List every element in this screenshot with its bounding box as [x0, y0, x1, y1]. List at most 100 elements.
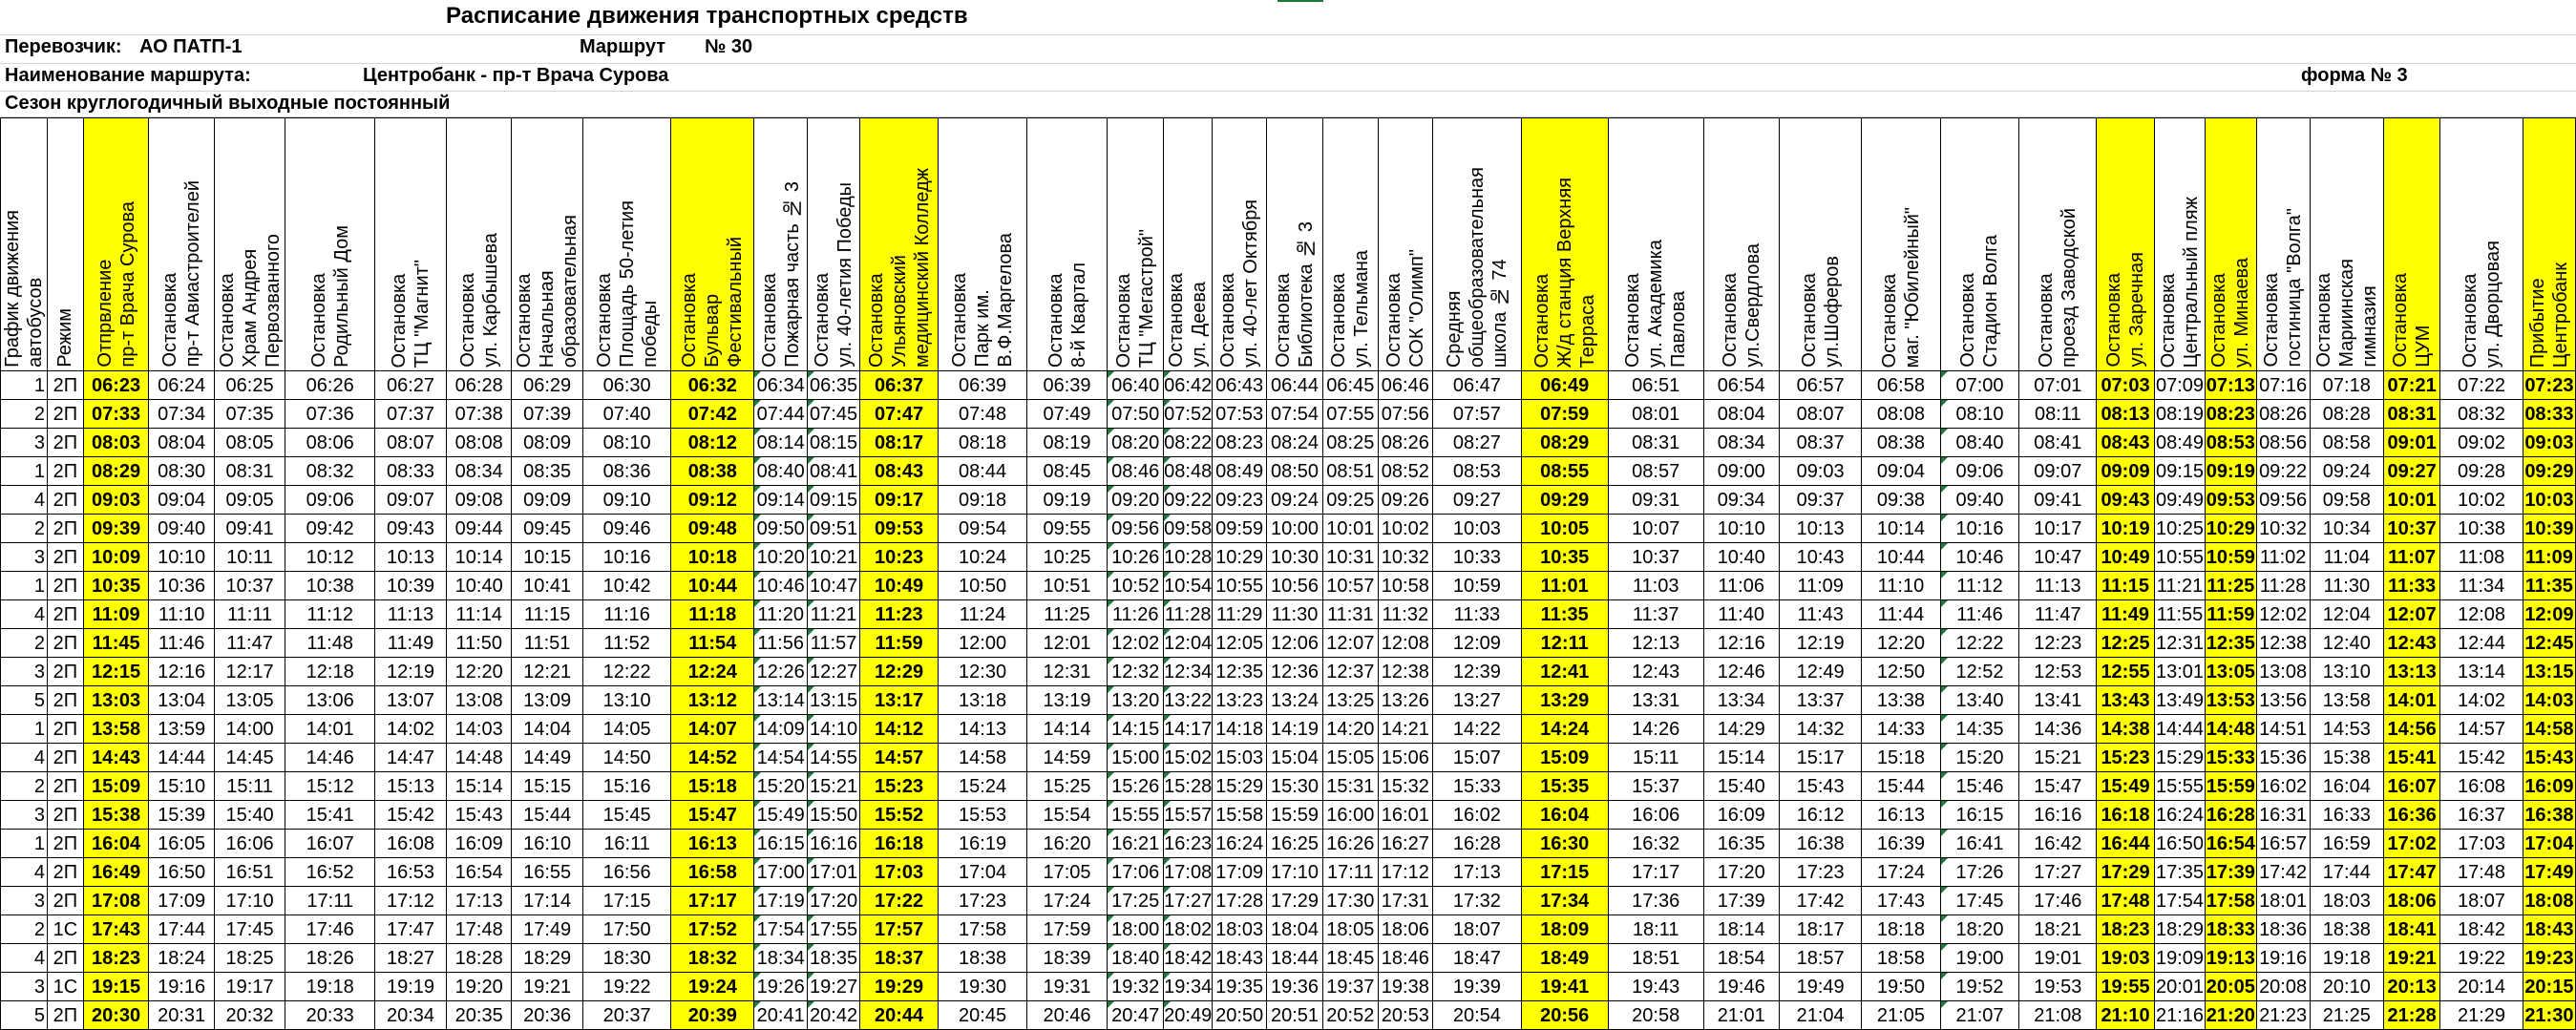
- time-cell[interactable]: 09:20: [1107, 485, 1165, 515]
- time-cell[interactable]: 15:37: [1607, 771, 1704, 801]
- time-cell[interactable]: 20:08: [2255, 972, 2311, 1001]
- time-cell[interactable]: 18:23: [2096, 914, 2155, 944]
- time-cell[interactable]: 09:29: [1520, 485, 1609, 515]
- time-cell[interactable]: 08:31: [1607, 428, 1704, 457]
- time-cell[interactable]: 12:07: [2382, 599, 2441, 629]
- time-cell[interactable]: 12:38: [2255, 628, 2311, 658]
- mode-cell[interactable]: 2П: [47, 714, 84, 744]
- time-cell[interactable]: 20:35: [445, 1000, 513, 1030]
- time-cell[interactable]: 10:18: [670, 542, 755, 572]
- time-cell[interactable]: 13:08: [2255, 657, 2311, 686]
- mode-cell[interactable]: 2П: [47, 571, 84, 600]
- time-cell[interactable]: 09:31: [1607, 485, 1704, 515]
- time-cell[interactable]: 10:17: [2018, 514, 2098, 543]
- time-cell[interactable]: 20:05: [2205, 972, 2257, 1001]
- time-cell[interactable]: 20:32: [213, 1000, 286, 1030]
- time-cell[interactable]: 08:04: [148, 428, 215, 457]
- time-cell[interactable]: 16:44: [2096, 829, 2155, 858]
- time-cell[interactable]: 15:00: [1107, 743, 1165, 772]
- time-cell[interactable]: 14:57: [2439, 714, 2523, 744]
- time-cell[interactable]: 14:22: [1432, 714, 1522, 744]
- time-cell[interactable]: 14:20: [1322, 714, 1379, 744]
- time-cell[interactable]: 13:58: [2309, 685, 2384, 715]
- time-cell[interactable]: 15:11: [213, 771, 286, 801]
- time-cell[interactable]: 15:55: [1107, 800, 1165, 830]
- time-cell[interactable]: 16:58: [670, 857, 755, 887]
- time-cell[interactable]: 19:22: [581, 972, 672, 1001]
- time-cell[interactable]: 12:30: [938, 657, 1027, 686]
- time-cell[interactable]: 17:44: [148, 914, 215, 944]
- time-cell[interactable]: 13:38: [1861, 685, 1941, 715]
- time-cell[interactable]: 15:59: [2205, 771, 2257, 801]
- time-cell[interactable]: 09:58: [1163, 514, 1214, 543]
- schedule-cell[interactable]: 5: [0, 685, 48, 715]
- mode-cell[interactable]: 2П: [47, 1000, 84, 1030]
- time-cell[interactable]: 18:25: [213, 943, 286, 973]
- time-cell[interactable]: 06:35: [807, 370, 860, 400]
- time-cell[interactable]: 11:09: [2522, 542, 2576, 572]
- time-cell[interactable]: 09:05: [213, 485, 286, 515]
- time-cell[interactable]: 06:26: [285, 370, 376, 400]
- time-cell[interactable]: 19:39: [1432, 972, 1522, 1001]
- time-cell[interactable]: 12:04: [2309, 599, 2384, 629]
- time-cell[interactable]: 08:05: [213, 428, 286, 457]
- time-cell[interactable]: 07:01: [2018, 370, 2098, 400]
- time-cell[interactable]: 14:10: [807, 714, 860, 744]
- time-cell[interactable]: 18:08: [2522, 886, 2576, 915]
- time-cell[interactable]: 12:45: [2522, 628, 2576, 658]
- time-cell[interactable]: 16:15: [1939, 800, 2020, 830]
- time-cell[interactable]: 21:23: [2255, 1000, 2311, 1030]
- time-cell[interactable]: 14:57: [858, 743, 940, 772]
- time-cell[interactable]: 09:09: [511, 485, 583, 515]
- time-cell[interactable]: 08:04: [1702, 399, 1780, 429]
- time-cell[interactable]: 10:40: [445, 571, 513, 600]
- time-cell[interactable]: 07:38: [445, 399, 513, 429]
- time-cell[interactable]: 13:40: [1939, 685, 2020, 715]
- schedule-cell[interactable]: 4: [0, 599, 48, 629]
- time-cell[interactable]: 09:34: [1702, 485, 1780, 515]
- time-cell[interactable]: 10:05: [1520, 514, 1609, 543]
- time-cell[interactable]: 06:30: [581, 370, 672, 400]
- time-cell[interactable]: 07:40: [581, 399, 672, 429]
- time-cell[interactable]: 13:24: [1266, 685, 1324, 715]
- time-cell[interactable]: 18:32: [670, 943, 755, 973]
- column-header-2[interactable]: Отпрвление пр-т Врача Сурова: [82, 117, 150, 371]
- column-header-23[interactable]: Остановка Ж/д станция Верхняя Терраса: [1520, 117, 1609, 371]
- time-cell[interactable]: 08:08: [445, 428, 513, 457]
- time-cell[interactable]: 17:29: [1266, 886, 1324, 915]
- time-cell[interactable]: 19:16: [148, 972, 215, 1001]
- time-cell[interactable]: 09:09: [2096, 456, 2155, 486]
- time-cell[interactable]: 15:36: [2255, 743, 2311, 772]
- time-cell[interactable]: 12:19: [1778, 628, 1863, 658]
- time-cell[interactable]: 09:56: [2255, 485, 2311, 515]
- time-cell[interactable]: 07:09: [2153, 370, 2206, 400]
- time-cell[interactable]: 16:26: [1322, 829, 1379, 858]
- time-cell[interactable]: 15:52: [858, 800, 940, 830]
- column-header-27[interactable]: Остановка маг. "Юбилейный": [1861, 117, 1941, 371]
- schedule-cell[interactable]: 2: [0, 914, 48, 944]
- time-cell[interactable]: 19:17: [213, 972, 286, 1001]
- time-cell[interactable]: 14:01: [2382, 685, 2441, 715]
- time-cell[interactable]: 10:54: [1163, 571, 1214, 600]
- mode-cell[interactable]: 2П: [47, 943, 84, 973]
- time-cell[interactable]: 21:10: [2096, 1000, 2155, 1030]
- time-cell[interactable]: 10:37: [1607, 542, 1704, 572]
- time-cell[interactable]: 07:50: [1107, 399, 1165, 429]
- time-cell[interactable]: 15:50: [807, 800, 860, 830]
- time-cell[interactable]: 13:41: [2018, 685, 2098, 715]
- time-cell[interactable]: 08:23: [1212, 428, 1268, 457]
- time-cell[interactable]: 11:33: [1432, 599, 1522, 629]
- time-cell[interactable]: 11:28: [2255, 571, 2311, 600]
- time-cell[interactable]: 06:43: [1212, 370, 1268, 400]
- time-cell[interactable]: 20:34: [374, 1000, 447, 1030]
- time-cell[interactable]: 07:53: [1212, 399, 1268, 429]
- time-cell[interactable]: 15:47: [670, 800, 755, 830]
- time-cell[interactable]: 21:28: [2382, 1000, 2441, 1030]
- time-cell[interactable]: 20:41: [753, 1000, 809, 1030]
- mode-cell[interactable]: 1С: [47, 972, 84, 1001]
- time-cell[interactable]: 19:18: [285, 972, 376, 1001]
- time-cell[interactable]: 09:06: [1939, 456, 2020, 486]
- time-cell[interactable]: 11:25: [1025, 599, 1109, 629]
- time-cell[interactable]: 15:32: [1377, 771, 1434, 801]
- time-cell[interactable]: 19:38: [1377, 972, 1434, 1001]
